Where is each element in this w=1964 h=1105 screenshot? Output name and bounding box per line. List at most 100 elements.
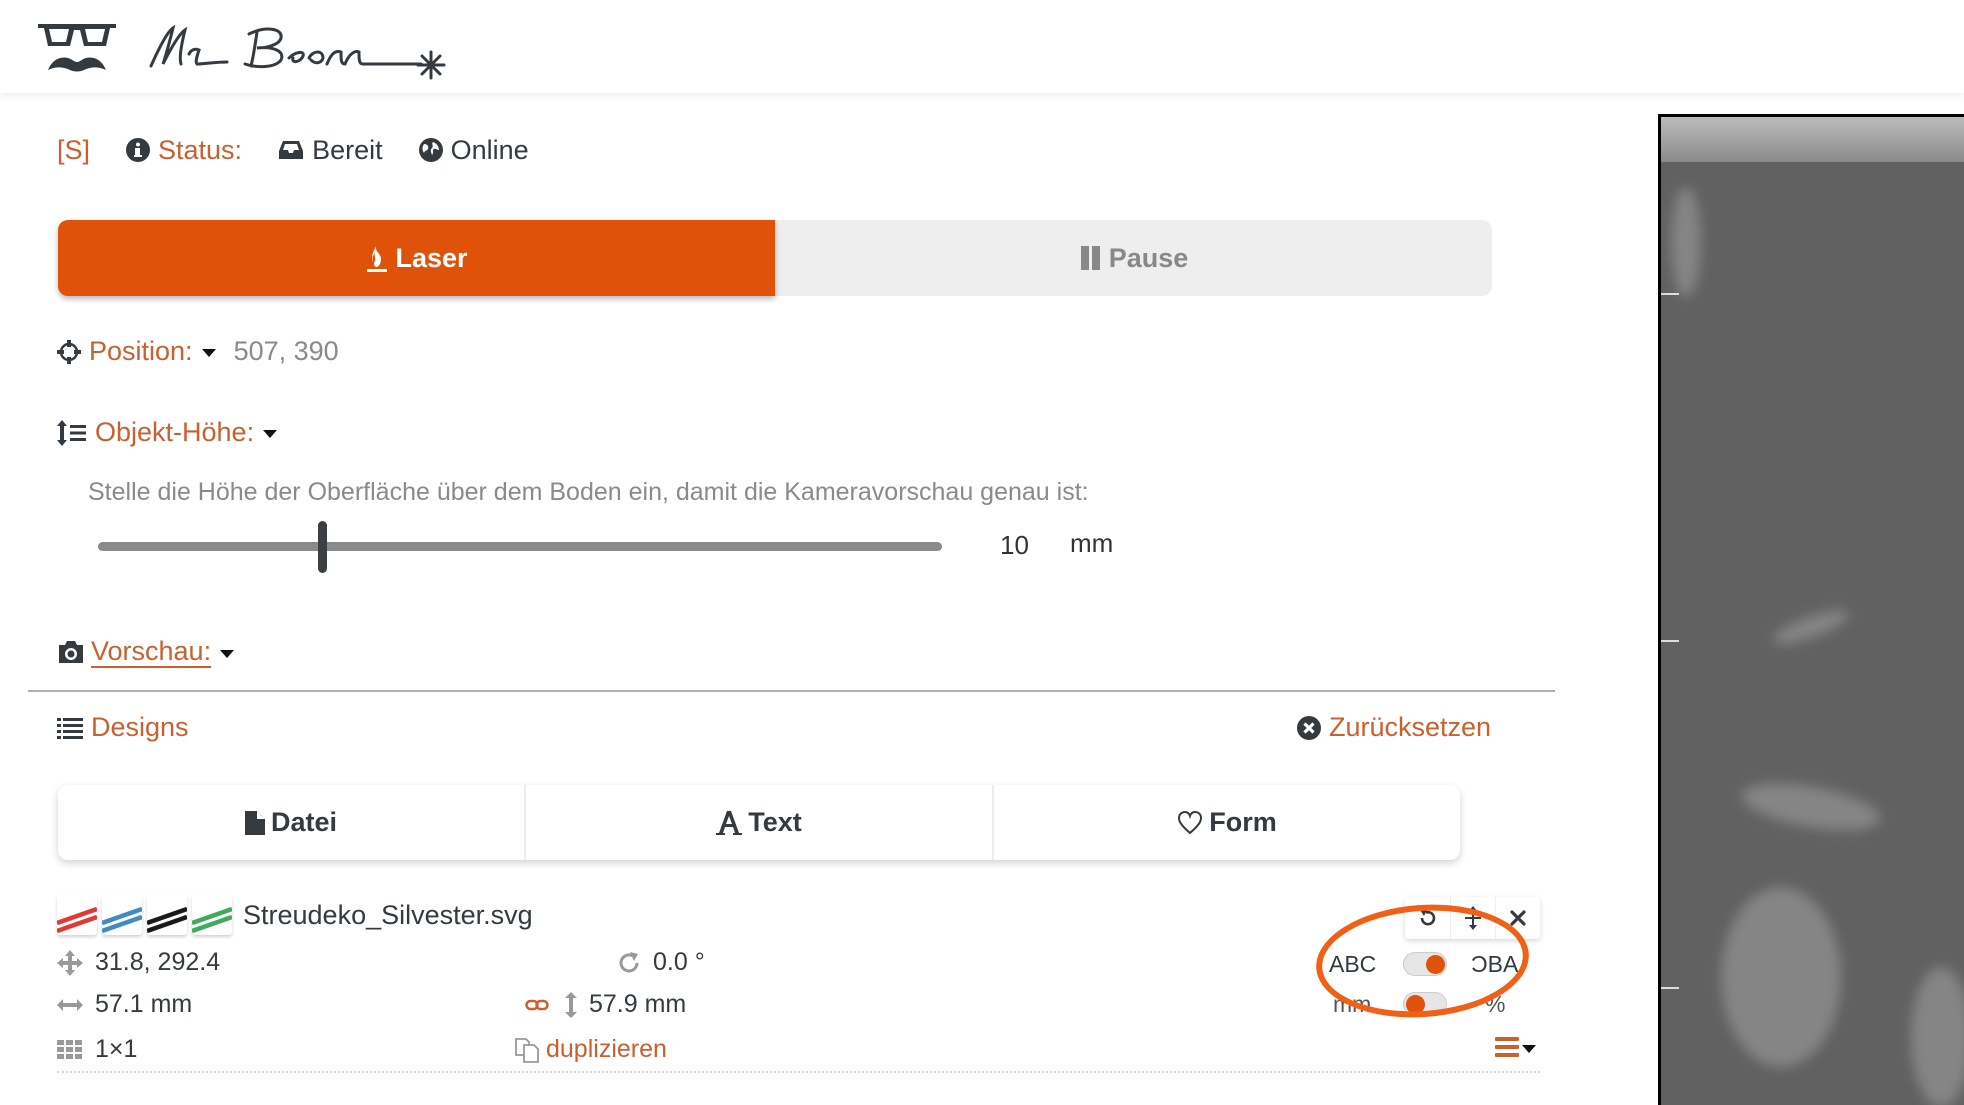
- camera-image-detail: [1671, 187, 1701, 297]
- object-height-help: Stelle die Höhe der Oberfläche über dem …: [88, 478, 1089, 506]
- unit-label-percent: %: [1485, 991, 1506, 1017]
- rotate-reset-button[interactable]: [1405, 897, 1450, 939]
- design-file-name: Streudeko_Silvester.svg: [243, 899, 533, 930]
- font-icon: [716, 810, 743, 835]
- status-bar: [S] Status: Bereit Online: [57, 130, 565, 170]
- arrows-horizontal-icon: [57, 998, 83, 1011]
- crosshairs-icon: [57, 339, 81, 364]
- camera-image-detail: [1738, 775, 1884, 839]
- times-circle-icon: [1297, 715, 1321, 740]
- caret-down-icon: [263, 430, 278, 438]
- position-value: 507, 390: [233, 336, 339, 366]
- mirror-label-normal: ABC: [1329, 951, 1377, 977]
- design-width[interactable]: 57.1 mm: [57, 990, 192, 1019]
- unit-toggle[interactable]: [1403, 992, 1447, 1016]
- tab-text[interactable]: Text: [524, 785, 992, 860]
- mirror-label-mirrored: ƆBA: [1471, 951, 1519, 977]
- tab-file[interactable]: Datei: [58, 785, 524, 860]
- pause-button[interactable]: Pause: [775, 220, 1492, 296]
- info-circle-icon: [126, 138, 151, 162]
- design-rotation-value: 0.0 °: [653, 948, 705, 976]
- ruler-tick: [1661, 293, 1679, 295]
- connection-state-text: Online: [450, 134, 529, 165]
- camera-image-detail: [1769, 603, 1853, 651]
- tab-file-label: Datei: [270, 807, 338, 837]
- preview-toggle[interactable]: Vorschau:: [57, 636, 235, 668]
- camera-preview-canvas[interactable]: [1658, 114, 1964, 1105]
- machine-state-text: Bereit: [312, 134, 383, 165]
- designs-label: Designs: [91, 712, 189, 742]
- logo-glasses-mustache-icon: [38, 24, 116, 72]
- laser-button[interactable]: Laser: [58, 220, 775, 296]
- position-row: Position: 507, 390: [57, 336, 339, 367]
- heart-icon: [1178, 810, 1203, 834]
- design-position[interactable]: 31.8, 292.4: [57, 948, 220, 977]
- pause-icon: [1080, 246, 1100, 270]
- design-item-header: Streudeko_Silvester.svg: [57, 895, 533, 935]
- mirror-toggle[interactable]: [1403, 952, 1447, 976]
- color-swatch-red[interactable]: [57, 895, 97, 935]
- status-label: Status:: [158, 134, 243, 165]
- globe-icon: [418, 138, 443, 162]
- stroke-lines-icon: [147, 906, 187, 934]
- stroke-lines-icon: [57, 906, 97, 934]
- design-height[interactable]: 57.9 mm: [525, 990, 686, 1019]
- add-design-tabs: Datei Text Form: [58, 785, 1460, 860]
- camera-image-detail: [1721, 887, 1841, 1067]
- design-position-value: 31.8, 292.4: [95, 948, 221, 976]
- ruler-tick: [1661, 640, 1679, 642]
- object-height-slider-track[interactable]: [98, 542, 942, 551]
- camera-image-detail: [1911, 967, 1964, 1105]
- move-button[interactable]: [1450, 897, 1495, 939]
- link-chain-icon: [525, 999, 549, 1010]
- list-icon: [57, 717, 83, 739]
- tab-shape[interactable]: Form: [992, 785, 1460, 860]
- remove-design-button[interactable]: [1495, 897, 1540, 939]
- design-array-value: 1×1: [95, 1035, 138, 1063]
- object-height-label: Objekt-Höhe:: [95, 417, 255, 447]
- undo-rotate-icon: [1419, 910, 1435, 926]
- color-swatch-black[interactable]: [147, 895, 187, 935]
- connection-state: Online: [418, 134, 529, 166]
- duplicate-button[interactable]: duplizieren: [514, 1035, 667, 1064]
- designs-header[interactable]: Designs: [57, 712, 189, 743]
- toggle-knob: [1426, 955, 1445, 974]
- toggle-knob: [1406, 995, 1425, 1014]
- design-options-menu[interactable]: [1495, 1036, 1536, 1058]
- object-height-unit: mm: [1070, 528, 1114, 558]
- logo-wordmark: [149, 24, 446, 80]
- design-item-separator: [57, 1071, 1540, 1073]
- move-icon: [1465, 906, 1481, 930]
- design-height-value: 57.9 mm: [589, 990, 687, 1018]
- design-rotation[interactable]: 0.0 °: [617, 948, 705, 977]
- inbox-tray-icon: [279, 141, 304, 159]
- position-toggle[interactable]: Position:: [89, 336, 216, 367]
- close-icon: [1510, 910, 1526, 926]
- duplicate-label: duplizieren: [546, 1035, 667, 1063]
- tab-text-label: Text: [748, 807, 802, 837]
- object-height-slider-handle[interactable]: [317, 521, 327, 573]
- object-height-toggle[interactable]: Objekt-Höhe:: [57, 417, 278, 448]
- shortcut-indicator[interactable]: [S]: [57, 135, 90, 166]
- color-swatch-green[interactable]: [192, 895, 232, 935]
- tab-shape-label: Form: [1209, 807, 1277, 837]
- caret-down-icon: [220, 649, 235, 658]
- caret-down-icon: [201, 349, 216, 357]
- laser-button-label: Laser: [395, 242, 468, 273]
- move-arrows-icon: [57, 949, 83, 976]
- laser-flame-icon: [367, 245, 388, 272]
- status-label-group[interactable]: Status:: [126, 135, 242, 166]
- preview-label: Vorschau:: [91, 636, 212, 668]
- app-header: [0, 0, 1964, 93]
- object-height-value[interactable]: 10: [1000, 530, 1029, 561]
- color-swatch-blue[interactable]: [102, 895, 142, 935]
- rotate-icon: [619, 951, 639, 972]
- position-label: Position:: [89, 336, 193, 366]
- unit-label-mm: mm: [1333, 991, 1372, 1017]
- stroke-lines-icon: [102, 906, 142, 934]
- reset-label: Zurücksetzen: [1329, 712, 1492, 742]
- section-divider: [28, 690, 1555, 692]
- reset-button[interactable]: Zurücksetzen: [1297, 712, 1491, 743]
- design-array[interactable]: 1×1: [57, 1035, 137, 1064]
- stroke-lines-icon: [192, 906, 232, 934]
